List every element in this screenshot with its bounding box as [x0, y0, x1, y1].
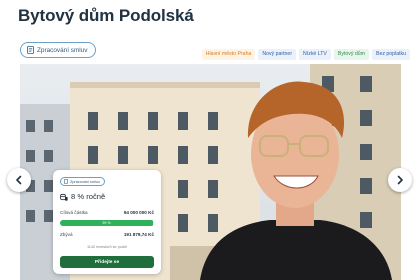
remaining-amount-label: Zbývá — [60, 232, 73, 237]
target-amount-value: 94 000 000 Kč — [123, 210, 154, 215]
remaining-amount-value: 191 879,74 Kč — [123, 232, 154, 237]
funding-progress-bar: 99 % — [60, 220, 154, 226]
investor-count: 1142 investorů se podílí — [86, 245, 128, 249]
investment-card: Zpracování smluv 8 % ročně Cílová částka… — [53, 170, 161, 274]
tag-no-fee: Bez poplatku — [372, 49, 410, 60]
page-title: Bytový dům Podolská — [18, 6, 194, 25]
remaining-amount-row: Zbývá 191 879,74 Kč — [60, 232, 154, 237]
status-chip[interactable]: Zpracování smluv — [20, 42, 97, 58]
document-icon — [27, 46, 34, 54]
target-amount-label: Cílová částka — [60, 210, 88, 215]
funding-progress-label: 99 % — [102, 221, 111, 225]
interest-rate: 8 % ročně — [60, 192, 105, 201]
interest-rate-value: 8 % ročně — [71, 192, 106, 201]
status-chip-label: Zpracování smluv — [37, 46, 88, 54]
tag-building-type: Bytový dům — [333, 49, 369, 60]
funding-progress-fill: 99 % — [60, 220, 154, 226]
tag-list: Hlavní město Praha Nový partner Nízké LT… — [201, 49, 410, 60]
card-status-chip: Zpracování smluv — [60, 177, 105, 186]
document-icon — [64, 179, 68, 184]
tag-location: Hlavní město Praha — [201, 49, 256, 60]
tag-low-ltv: Nízké LTV — [299, 49, 331, 60]
join-investment-button[interactable]: Přidejte se — [60, 256, 154, 268]
carousel-prev-button[interactable] — [7, 168, 31, 192]
tag-new-partner: Nový partner — [258, 49, 297, 60]
carousel-next-button[interactable] — [388, 168, 412, 192]
target-amount-row: Cílová částka 94 000 000 Kč — [60, 210, 154, 215]
coins-icon — [60, 193, 68, 201]
chevron-left-icon — [16, 175, 22, 185]
chevron-right-icon — [397, 175, 403, 185]
card-status-label: Zpracování smluv — [70, 179, 100, 184]
